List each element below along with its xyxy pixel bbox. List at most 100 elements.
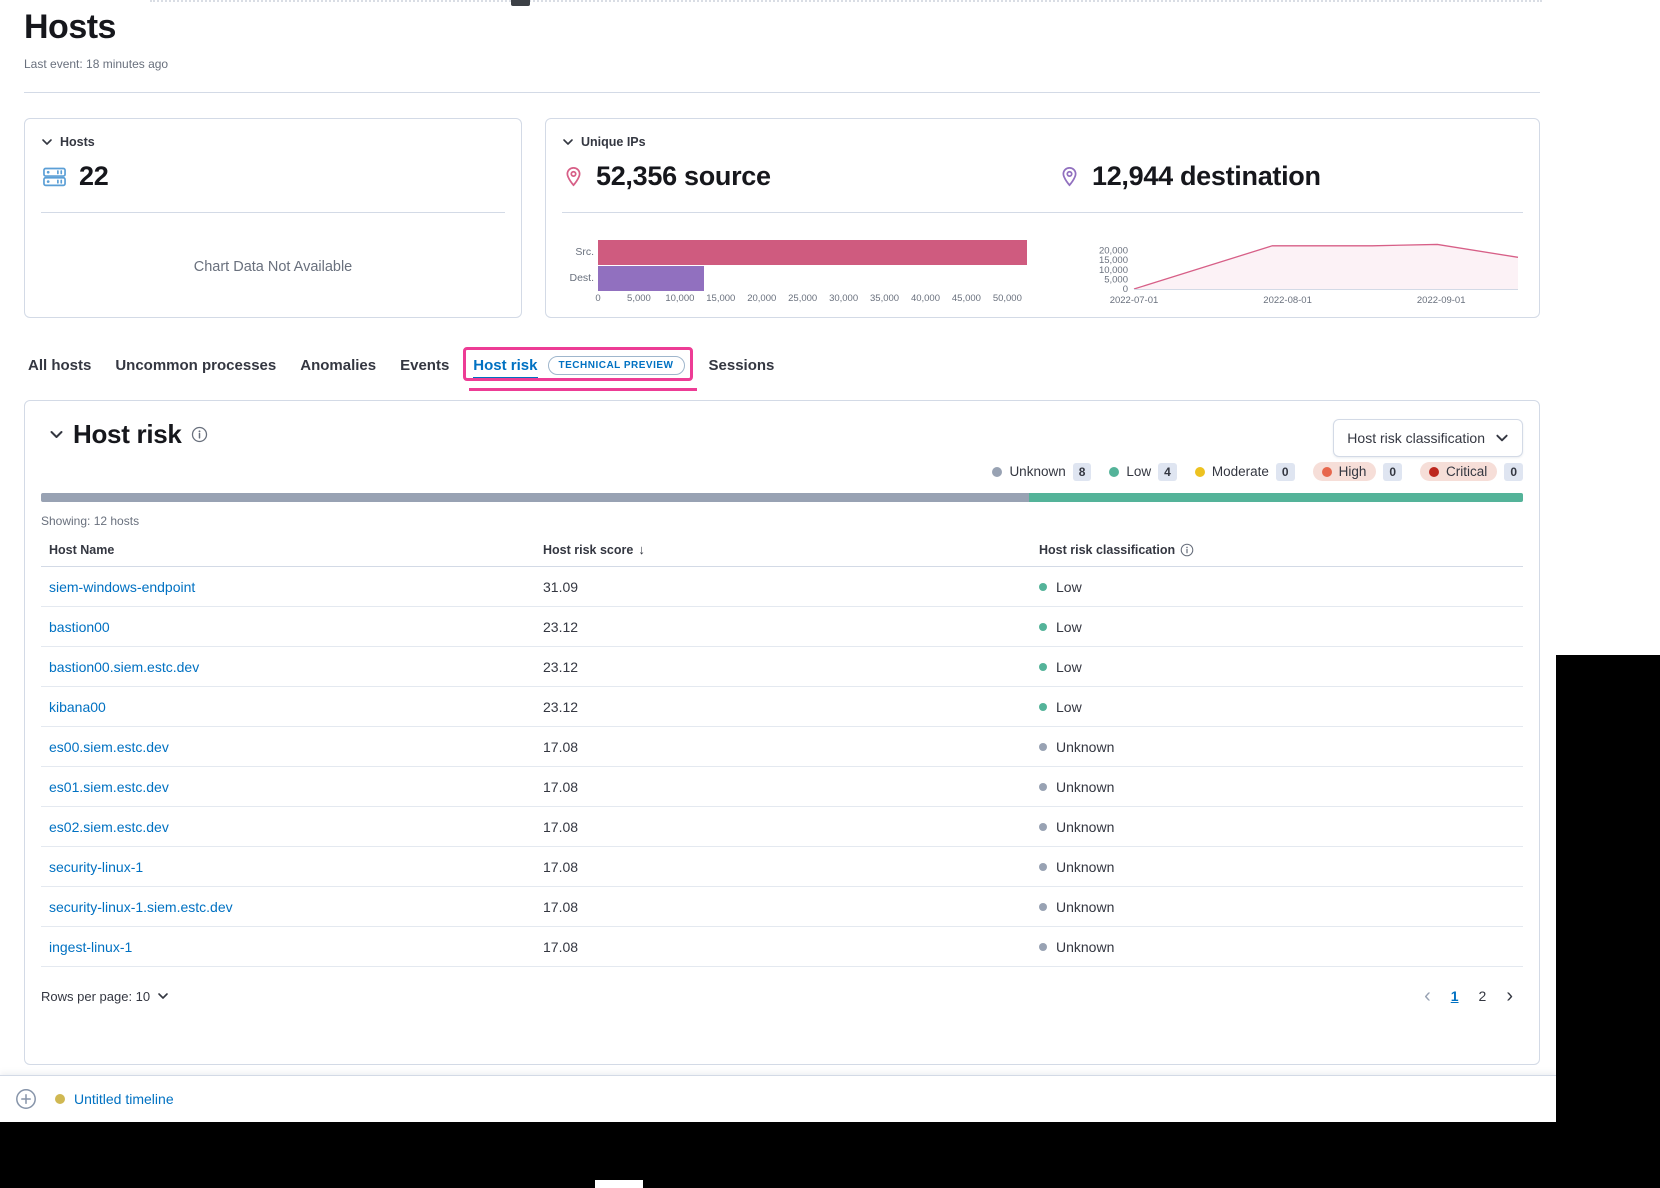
classification-dot: [1039, 943, 1047, 951]
tab-all-hosts[interactable]: All hosts: [28, 349, 91, 384]
host-risk-classification: Unknown: [1031, 939, 1523, 955]
column-header-host-risk-score[interactable]: Host risk score ↓: [535, 542, 1031, 557]
host-name-link[interactable]: siem-windows-endpoint: [49, 579, 195, 595]
legend-count-badge: 4: [1158, 463, 1177, 481]
page-number-2[interactable]: 2: [1473, 986, 1493, 1006]
timeline-title[interactable]: Untitled timeline: [74, 1091, 174, 1107]
tab-label: Anomalies: [300, 357, 376, 374]
host-risk-score: 17.08: [535, 939, 1031, 955]
x-axis-tick: 0: [595, 293, 600, 304]
legend-count-badge: 0: [1504, 463, 1523, 481]
host-risk-classification: Low: [1031, 619, 1523, 635]
host-name-link[interactable]: security-linux-1.siem.estc.dev: [49, 899, 233, 915]
info-icon[interactable]: [191, 426, 208, 443]
table-row: siem-windows-endpoint 31.09Low: [41, 567, 1523, 607]
host-risk-classification-dropdown[interactable]: Host risk classification: [1333, 419, 1523, 457]
rows-per-page-dropdown[interactable]: Rows per page: 10: [41, 989, 169, 1004]
table-row: es01.siem.estc.dev17.08Unknown: [41, 767, 1523, 807]
host-name-link[interactable]: es00.siem.estc.dev: [49, 739, 169, 755]
chart-empty-message: Chart Data Not Available: [25, 259, 521, 275]
tabs: All hosts Uncommon processes Anomalies Even…: [28, 348, 774, 385]
x-axis-tick: 10,000: [665, 293, 694, 304]
host-name-link[interactable]: es02.siem.estc.dev: [49, 819, 169, 835]
y-axis-tick: 15,000: [1099, 255, 1128, 266]
legend-item-unknown[interactable]: Unknown 8: [992, 463, 1091, 481]
column-header-host-risk-classification[interactable]: Host risk classification: [1031, 542, 1523, 557]
sort-desc-icon: ↓: [638, 542, 645, 557]
card-divider: [562, 212, 1523, 213]
map-pin-source-icon: [562, 165, 585, 188]
legend-dot: [1195, 467, 1205, 477]
chevron-down-icon[interactable]: [49, 427, 64, 442]
legend-item-high[interactable]: High0: [1313, 462, 1402, 481]
info-icon[interactable]: [1180, 543, 1194, 557]
table-row: bastion00 23.12Low: [41, 607, 1523, 647]
host-risk-classification: Low: [1031, 659, 1523, 675]
classification-dot: [1039, 903, 1047, 911]
x-axis-tick: 50,000: [993, 293, 1022, 304]
host-name-link[interactable]: security-linux-1: [49, 859, 143, 875]
column-label: Host risk score: [543, 543, 633, 557]
legend-dot: [1109, 467, 1119, 477]
plus-circle-icon[interactable]: [15, 1088, 37, 1110]
bar-dest-: [598, 266, 704, 291]
host-name-link[interactable]: kibana00: [49, 699, 106, 715]
tab-label: Events: [400, 357, 449, 374]
next-page-button[interactable]: ›: [1502, 986, 1517, 1006]
technical-preview-badge: TECHNICAL PREVIEW: [548, 356, 685, 375]
previous-page-button[interactable]: ‹: [1420, 986, 1435, 1006]
unique-ips-bar-chart: Src.Dest.05,00010,00015,00020,00025,0003…: [562, 239, 1036, 307]
x-axis-tick: 15,000: [706, 293, 735, 304]
classification-dot: [1039, 663, 1047, 671]
bar-category-label: Dest.: [562, 272, 598, 284]
table-row: ingest-linux-1 17.08Unknown: [41, 927, 1523, 967]
host-risk-panel: Host risk Host risk classification Unkno…: [24, 400, 1540, 1065]
page-number-1[interactable]: 1: [1445, 986, 1465, 1006]
timeline-status-dot: [55, 1094, 65, 1104]
tab-uncommon-processes[interactable]: Uncommon processes: [115, 349, 276, 384]
legend-count-badge: 8: [1073, 463, 1092, 481]
hosts-count: 22: [79, 161, 108, 192]
tab-label: All hosts: [28, 357, 91, 374]
x-axis-tick: 25,000: [788, 293, 817, 304]
chevron-down-icon[interactable]: [562, 136, 574, 148]
classification-dot: [1039, 863, 1047, 871]
host-name-link[interactable]: bastion00: [49, 619, 110, 635]
legend-label: Critical: [1446, 464, 1487, 479]
x-axis-tick: 45,000: [952, 293, 981, 304]
host-risk-table: Host Name Host risk score ↓ Host risk class…: [41, 542, 1523, 967]
chevron-down-icon[interactable]: [41, 136, 53, 148]
host-name-link[interactable]: bastion00.siem.estc.dev: [49, 659, 199, 675]
column-header-host-name[interactable]: Host Name: [41, 542, 535, 557]
legend-label: Moderate: [1212, 464, 1269, 479]
x-axis-tick: 20,000: [747, 293, 776, 304]
area-fill: [1134, 244, 1518, 289]
host-risk-classification: Low: [1031, 579, 1523, 595]
tab-host-risk[interactable]: Host riskTECHNICAL PREVIEW: [473, 348, 684, 385]
tab-anomalies[interactable]: Anomalies: [300, 349, 376, 384]
map-pin-destination-icon: [1058, 165, 1081, 188]
tab-sessions[interactable]: Sessions: [709, 349, 775, 384]
host-name-link[interactable]: ingest-linux-1: [49, 939, 132, 955]
legend-item-critical[interactable]: Critical 0: [1420, 462, 1523, 481]
legend-item-low[interactable]: Low4: [1109, 463, 1176, 481]
legend-item-moderate[interactable]: Moderate0: [1195, 463, 1295, 481]
host-risk-score: 31.09: [535, 579, 1031, 595]
host-risk-score: 23.12: [535, 699, 1031, 715]
table-body: siem-windows-endpoint31.09Lowbastion0023…: [41, 567, 1523, 967]
tab-events[interactable]: Events: [400, 349, 449, 384]
bottom-edge-sliver: [595, 1180, 643, 1188]
y-axis-tick: 20,000: [1099, 246, 1128, 257]
table-row: es02.siem.estc.dev17.08Unknown: [41, 807, 1523, 847]
host-risk-score: 17.08: [535, 819, 1031, 835]
app-window: Hosts Last event: 18 minutes ago Hosts 2…: [0, 0, 1556, 1122]
tab-label: Uncommon processes: [115, 357, 276, 374]
legend-label: Unknown: [1009, 464, 1065, 479]
unique-ips-area-chart: 05,00010,00015,00020,0002022-07-012022-0…: [1066, 233, 1528, 311]
host-name-link[interactable]: es01.siem.estc.dev: [49, 779, 169, 795]
distribution-segment-low: [1029, 493, 1523, 502]
table-header: Host Name Host risk score ↓ Host risk class…: [41, 542, 1523, 567]
host-risk-score: 23.12: [535, 619, 1031, 635]
unique-ips-card: Unique IPs 52,356 source 12,944 destinat…: [545, 118, 1540, 318]
page-title: Hosts: [24, 8, 116, 47]
